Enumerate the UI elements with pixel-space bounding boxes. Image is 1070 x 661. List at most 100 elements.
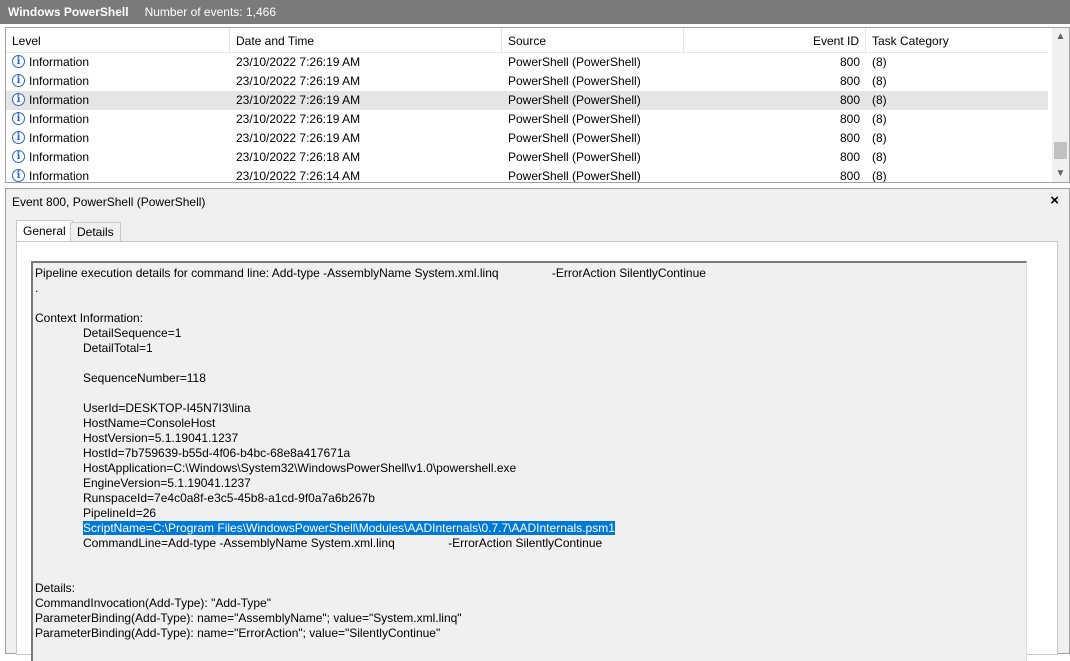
table-row[interactable]: i Information 23/10/2022 7:26:14 AM PowerSh… xyxy=(6,167,1048,183)
table-row[interactable]: i Information 23/10/2022 7:26:19 AM PowerSh… xyxy=(6,91,1048,110)
information-icon: i xyxy=(12,93,25,106)
description-line: ParameterBinding(Add-Type): name="ErrorA… xyxy=(35,626,440,641)
line-text: RunspaceId=7e4c0a8f-e3c5-45b8-a1cd-9f0a7… xyxy=(83,491,375,505)
information-icon: i xyxy=(12,74,25,87)
source-cell: PowerShell (PowerShell) xyxy=(508,93,641,107)
source-cell: PowerShell (PowerShell) xyxy=(508,55,641,69)
description-line: UserId=DESKTOP-I45N7I3\lina xyxy=(83,401,251,416)
task-category-cell: (8) xyxy=(872,112,887,126)
table-row[interactable]: i Information 23/10/2022 7:26:19 AM PowerSh… xyxy=(6,72,1048,91)
description-line: ScriptName=C:\Program Files\WindowsPower… xyxy=(83,521,615,536)
date-cell: 23/10/2022 7:26:19 AM xyxy=(236,74,361,88)
column-header-task-category[interactable]: Task Category xyxy=(866,28,1048,52)
list-header: Level Date and Time Source Event ID Task… xyxy=(6,28,1048,53)
description-line: Details: xyxy=(35,581,75,596)
column-header-source[interactable]: Source xyxy=(502,28,684,52)
source-cell: PowerShell (PowerShell) xyxy=(508,112,641,126)
event-description[interactable]: Pipeline execution details for command l… xyxy=(31,261,1027,661)
line-text: DetailTotal=1 xyxy=(83,341,153,355)
date-cell: 23/10/2022 7:26:19 AM xyxy=(236,55,361,69)
table-row[interactable]: i Information 23/10/2022 7:26:19 AM PowerSh… xyxy=(6,129,1048,148)
information-icon: i xyxy=(12,169,25,182)
information-icon: i xyxy=(12,112,25,125)
line-text: HostVersion=5.1.19041.1237 xyxy=(83,431,239,445)
event-id-cell: 800 xyxy=(839,150,860,164)
task-category-cell: (8) xyxy=(872,169,887,183)
app-title: Windows PowerShell xyxy=(8,5,129,19)
description-line: EngineVersion=5.1.19041.1237 xyxy=(83,476,251,491)
task-category-cell: (8) xyxy=(872,150,887,164)
source-cell: PowerShell (PowerShell) xyxy=(508,131,641,145)
description-line: DetailSequence=1 xyxy=(83,326,181,341)
description-line: DetailTotal=1 xyxy=(83,341,153,356)
description-line: CommandLine=Add-type -AssemblyName Syste… xyxy=(83,536,602,551)
general-tab-content: Pipeline execution details for command l… xyxy=(16,241,1058,661)
description-line: Context Information: xyxy=(35,311,143,326)
date-cell: 23/10/2022 7:26:18 AM xyxy=(236,150,361,164)
description-line: HostName=ConsoleHost xyxy=(83,416,215,431)
date-cell: 23/10/2022 7:26:19 AM xyxy=(236,93,361,107)
event-id-cell: 800 xyxy=(839,93,860,107)
level-cell: Information xyxy=(29,131,90,145)
line-text: DetailSequence=1 xyxy=(83,326,182,340)
date-cell: 23/10/2022 7:26:19 AM xyxy=(236,112,361,126)
line-text: EngineVersion=5.1.19041.1237 xyxy=(83,476,251,490)
description-line: HostId=7b759639-b55d-4f06-b4bc-68e8a4176… xyxy=(83,446,350,461)
description-line: PipelineId=26 xyxy=(83,506,156,521)
source-cell: PowerShell (PowerShell) xyxy=(508,169,641,183)
table-row[interactable]: i Information 23/10/2022 7:26:19 AM PowerSh… xyxy=(6,110,1048,129)
level-cell: Information xyxy=(29,169,90,183)
line-text: HostApplication=C:\Windows\System32\Wind… xyxy=(83,461,517,475)
line-text: CommandLine=Add-type -AssemblyName Syste… xyxy=(83,536,603,550)
task-category-cell: (8) xyxy=(872,74,887,88)
selected-text: ScriptName=C:\Program Files\WindowsPower… xyxy=(83,521,615,535)
column-header-level[interactable]: Level xyxy=(6,28,230,52)
scroll-thumb[interactable] xyxy=(1054,142,1067,159)
level-cell: Information xyxy=(29,93,90,107)
level-cell: Information xyxy=(29,112,90,126)
event-rows: i Information 23/10/2022 7:26:19 AM PowerSh… xyxy=(6,53,1048,183)
information-icon: i xyxy=(12,131,25,144)
line-text: CommandInvocation(Add-Type): "Add-Type" xyxy=(35,596,271,610)
event-id-cell: 800 xyxy=(839,131,860,145)
description-line: Pipeline execution details for command l… xyxy=(35,266,706,281)
title-bar: Windows PowerShell Number of events: 1,4… xyxy=(0,0,1070,24)
column-header-date[interactable]: Date and Time xyxy=(230,28,502,52)
event-id-cell: 800 xyxy=(839,55,860,69)
line-text: . xyxy=(35,281,39,295)
list-scrollbar[interactable]: ▲ ▼ xyxy=(1052,28,1069,182)
description-line: ParameterBinding(Add-Type): name="Assemb… xyxy=(35,611,462,626)
column-header-event-id[interactable]: Event ID xyxy=(684,28,866,52)
task-category-cell: (8) xyxy=(872,131,887,145)
close-icon[interactable]: × xyxy=(1050,192,1059,209)
event-list[interactable]: Level Date and Time Source Event ID Task… xyxy=(5,27,1070,183)
event-detail-panel: Event 800, PowerShell (PowerShell) × Gen… xyxy=(5,188,1070,661)
scroll-up-icon[interactable]: ▲ xyxy=(1052,28,1069,45)
description-line: SequenceNumber=118 xyxy=(83,371,206,386)
description-line: RunspaceId=7e4c0a8f-e3c5-45b8-a1cd-9f0a7… xyxy=(83,491,375,506)
description-line: HostApplication=C:\Windows\System32\Wind… xyxy=(83,461,516,476)
source-cell: PowerShell (PowerShell) xyxy=(508,74,641,88)
information-icon: i xyxy=(12,150,25,163)
event-id-cell: 800 xyxy=(839,169,860,183)
line-text: ParameterBinding(Add-Type): name="Assemb… xyxy=(35,611,462,625)
level-cell: Information xyxy=(29,55,90,69)
table-row[interactable]: i Information 23/10/2022 7:26:19 AM PowerSh… xyxy=(6,53,1048,72)
event-id-cell: 800 xyxy=(839,74,860,88)
event-id-cell: 800 xyxy=(839,112,860,126)
line-text: PipelineId=26 xyxy=(83,506,157,520)
tab-general[interactable]: General xyxy=(16,220,73,241)
table-row[interactable]: i Information 23/10/2022 7:26:18 AM PowerSh… xyxy=(6,148,1048,167)
scroll-down-icon[interactable]: ▼ xyxy=(1052,165,1069,182)
event-count: Number of events: 1,466 xyxy=(144,5,276,19)
date-cell: 23/10/2022 7:26:14 AM xyxy=(236,169,361,183)
information-icon: i xyxy=(12,55,25,68)
tab-details[interactable]: Details xyxy=(70,222,121,241)
date-cell: 23/10/2022 7:26:19 AM xyxy=(236,131,361,145)
line-text: ParameterBinding(Add-Type): name="ErrorA… xyxy=(35,626,441,640)
line-text: UserId=DESKTOP-I45N7I3\lina xyxy=(83,401,251,415)
line-text: Context Information: xyxy=(35,311,144,325)
level-cell: Information xyxy=(29,74,90,88)
line-text: Pipeline execution details for command l… xyxy=(35,266,706,280)
line-text: HostId=7b759639-b55d-4f06-b4bc-68e8a4176… xyxy=(83,446,351,460)
